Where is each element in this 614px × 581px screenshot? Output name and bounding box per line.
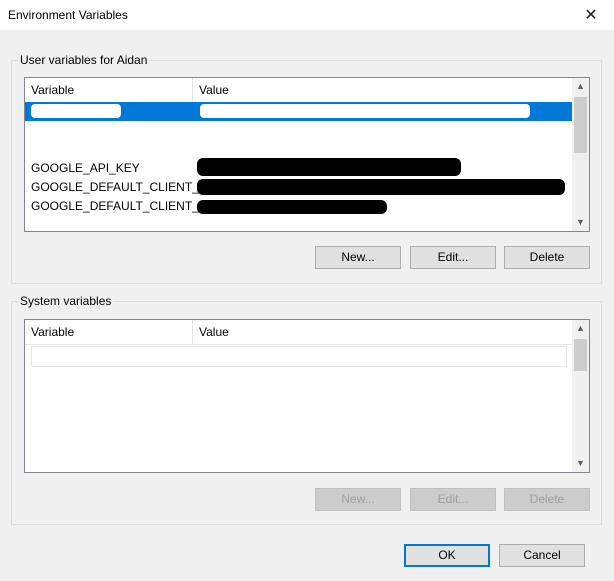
window-title: Environment Variables <box>8 8 128 22</box>
redaction-mark <box>197 179 565 195</box>
user-new-button[interactable]: New... <box>315 246 401 269</box>
user-variables-scrollbar[interactable]: ▲ ▼ <box>572 78 589 231</box>
column-header-value[interactable]: Value <box>193 320 572 344</box>
user-edit-button[interactable]: Edit... <box>410 246 496 269</box>
system-variables-list[interactable]: Variable Value ▲ ▼ <box>24 319 590 473</box>
user-variables-label: User variables for Aidan <box>18 53 150 67</box>
redaction-mark <box>197 200 387 214</box>
system-new-button[interactable]: New... <box>315 488 401 511</box>
system-delete-button[interactable]: Delete <box>504 488 590 511</box>
user-variables-list[interactable]: Variable Value GOOGLE_API_KEY GOOGLE_DEF… <box>24 77 590 232</box>
scroll-down-icon[interactable]: ▼ <box>572 214 589 231</box>
system-edit-button[interactable]: Edit... <box>410 488 496 511</box>
close-icon[interactable]: ✕ <box>568 0 614 30</box>
system-variables-label: System variables <box>18 294 114 308</box>
system-variables-scrollbar[interactable]: ▲ ▼ <box>572 320 589 472</box>
list-item[interactable] <box>31 346 567 367</box>
cancel-button[interactable]: Cancel <box>499 544 585 567</box>
scroll-up-icon[interactable]: ▲ <box>572 78 589 95</box>
variable-name: GOOGLE_DEFAULT_CLIENT_... <box>31 199 209 213</box>
system-variables-header: Variable Value <box>25 320 572 345</box>
scroll-up-icon[interactable]: ▲ <box>572 320 589 337</box>
scrollbar-thumb[interactable] <box>574 97 587 153</box>
redaction-mark <box>197 158 461 176</box>
redaction-mark <box>37 218 227 231</box>
redaction-mark <box>31 104 121 118</box>
scrollbar-thumb[interactable] <box>574 339 587 371</box>
redaction-mark <box>200 104 530 118</box>
column-header-value[interactable]: Value <box>193 78 572 102</box>
scroll-down-icon[interactable]: ▼ <box>572 455 589 472</box>
ok-button[interactable]: OK <box>404 544 490 567</box>
variable-name: GOOGLE_API_KEY <box>31 161 140 175</box>
column-header-variable[interactable]: Variable <box>25 320 193 344</box>
column-header-variable[interactable]: Variable <box>25 78 193 102</box>
redaction-mark <box>215 124 545 144</box>
user-delete-button[interactable]: Delete <box>504 246 590 269</box>
redaction-mark <box>35 126 135 142</box>
title-bar: Environment Variables ✕ <box>0 0 614 30</box>
variable-name: GOOGLE_DEFAULT_CLIENT_ID <box>31 180 211 194</box>
user-variables-header: Variable Value <box>25 78 572 103</box>
